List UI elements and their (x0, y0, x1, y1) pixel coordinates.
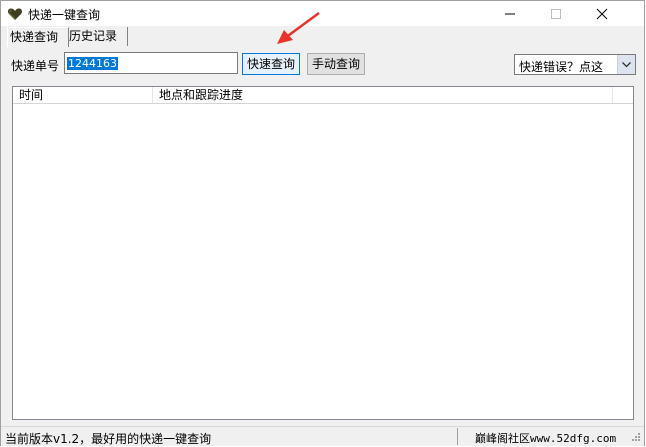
column-header-extra[interactable] (613, 87, 633, 103)
minimize-icon (505, 13, 515, 15)
window-title: 快递一键查询 (28, 8, 101, 22)
status-version-text: 当前版本v1.2，最好用的快递一键查询 (5, 432, 212, 446)
column-header-location-progress[interactable]: 地点和跟踪进度 (153, 87, 613, 103)
tracking-number-input[interactable]: 1244163 (64, 52, 238, 74)
dropdown-button[interactable] (617, 55, 635, 74)
error-report-dropdown[interactable]: 快递错误？点这 (514, 54, 636, 75)
maximize-icon (551, 9, 561, 19)
tab-history[interactable]: 历史记录 (67, 27, 128, 46)
maximize-button[interactable] (533, 1, 579, 26)
heart-icon (7, 6, 23, 22)
manual-query-button[interactable]: 手动查询 (307, 53, 365, 75)
annotation-arrow-icon (277, 11, 320, 44)
error-report-selected: 快递错误？点这 (519, 60, 604, 74)
minimize-button[interactable] (487, 1, 533, 26)
quick-query-button[interactable]: 快速查询 (242, 53, 300, 75)
table-header: 时间 地点和跟踪进度 (13, 87, 633, 104)
main-window: 快递一键查询 快递查询 历史记录 快递单号 1244163 快速查询 手动查询 … (0, 0, 645, 446)
status-divider (457, 428, 458, 445)
close-icon (596, 8, 608, 20)
status-site-text: 巅峰阁社区www.52dfg.com (475, 432, 617, 445)
tab-express-query[interactable]: 快递查询 (7, 27, 69, 47)
close-button[interactable] (579, 1, 625, 26)
column-header-time[interactable]: 时间 (13, 87, 153, 103)
title-bar[interactable]: 快递一键查询 (1, 1, 644, 26)
resize-grip-icon[interactable] (631, 432, 641, 442)
tracking-results-table[interactable]: 时间 地点和跟踪进度 (12, 86, 634, 420)
status-bar: 当前版本v1.2，最好用的快递一键查询 巅峰阁社区www.52dfg.com (1, 426, 644, 446)
tracking-number-value: 1244163 (67, 57, 118, 70)
tracking-number-label: 快递单号 (11, 59, 60, 73)
chevron-down-icon (622, 62, 631, 68)
